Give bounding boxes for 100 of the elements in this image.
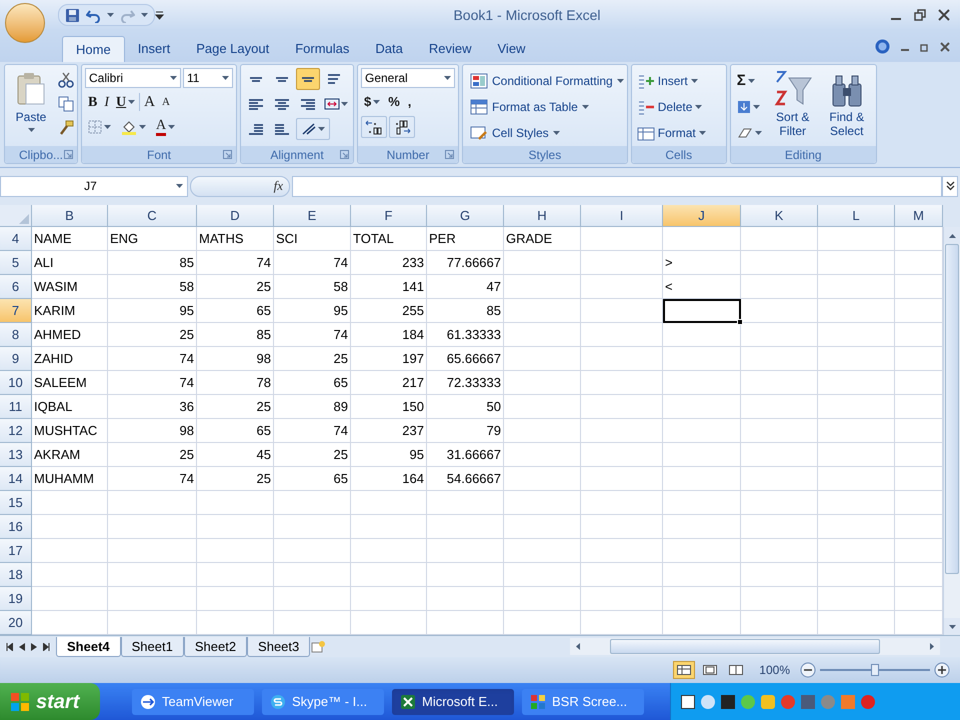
empty-cell[interactable] [741,227,818,251]
empty-cell[interactable] [427,539,504,563]
row-header[interactable]: 11 [0,395,32,419]
taskbar-item[interactable]: Skype™ - I... [262,688,384,714]
empty-cell[interactable] [351,563,427,587]
italic-button[interactable]: I [101,91,112,113]
empty-cell[interactable] [581,515,663,539]
empty-cell[interactable] [741,323,818,347]
empty-cell[interactable] [663,323,741,347]
empty-cell[interactable] [581,539,663,563]
empty-cell[interactable] [818,563,895,587]
empty-cell[interactable] [351,491,427,515]
empty-cell[interactable] [581,443,663,467]
row-header[interactable]: 6 [0,275,32,299]
column-header[interactable]: G [427,205,504,227]
styles-menu-button[interactable]: Cell Styles [470,122,624,144]
empty-cell[interactable] [581,275,663,299]
column-header[interactable]: F [351,205,427,227]
font-color-button[interactable]: A [153,116,178,138]
empty-cell[interactable] [663,419,741,443]
empty-cell[interactable] [818,323,895,347]
empty-cell[interactable] [741,395,818,419]
empty-cell[interactable] [504,443,581,467]
empty-cell[interactable] [504,539,581,563]
next-sheet-icon[interactable] [31,642,37,650]
empty-cell[interactable] [504,251,581,275]
bottom-align-button[interactable] [296,68,320,90]
empty-cell[interactable] [504,515,581,539]
empty-cell[interactable] [741,563,818,587]
row-header[interactable]: 7 [0,299,32,323]
empty-cell[interactable] [663,227,741,251]
left-arrow-icon[interactable] [576,643,580,650]
scissors-icon[interactable] [58,72,74,88]
dialog-launcher-icon[interactable] [340,150,349,159]
empty-cell[interactable] [818,347,895,371]
empty-cell[interactable] [504,467,581,491]
empty-cell[interactable] [581,491,663,515]
empty-cell[interactable] [274,587,351,611]
empty-cell[interactable] [108,515,197,539]
empty-cell[interactable] [581,587,663,611]
save-icon[interactable] [65,8,80,22]
right-arrow-icon[interactable] [930,643,934,650]
percent-button[interactable]: % [385,91,403,113]
row-header[interactable]: 4 [0,227,32,251]
column-header[interactable]: B [32,205,108,227]
empty-cell[interactable] [818,371,895,395]
copy-icon[interactable] [58,96,74,112]
empty-cell[interactable] [663,563,741,587]
empty-cell[interactable] [818,491,895,515]
comma-button[interactable]: , [404,91,414,113]
row-header[interactable]: 5 [0,251,32,275]
empty-cell[interactable] [818,419,895,443]
paste-button[interactable]: Paste [8,68,54,146]
row-header[interactable]: 18 [0,563,32,587]
empty-cell[interactable] [818,251,895,275]
dialog-launcher-icon[interactable] [64,150,73,159]
number-format-dropdown[interactable]: General [361,68,455,88]
taskbar-item[interactable]: Microsoft E... [392,688,514,714]
row-header[interactable]: 20 [0,611,32,635]
column-header[interactable]: D [197,205,274,227]
last-sheet-icon[interactable] [43,642,50,650]
empty-cell[interactable] [108,563,197,587]
cells-menu-button[interactable]: Format [636,122,706,144]
empty-cell[interactable] [818,227,895,251]
empty-cell[interactable] [274,563,351,587]
ribbon-tab[interactable]: Page Layout [183,36,282,62]
column-header[interactable]: M [895,205,943,227]
row-header[interactable]: 12 [0,419,32,443]
grow-font-button[interactable]: A [141,91,158,113]
row-header[interactable]: 8 [0,323,32,347]
empty-cell[interactable] [108,587,197,611]
font-name-dropdown[interactable]: Calibri [85,68,181,88]
currency-button[interactable]: $ [361,91,384,113]
active-cell[interactable] [663,299,741,323]
empty-cell[interactable] [741,371,818,395]
empty-cell[interactable] [351,587,427,611]
empty-cell[interactable] [741,275,818,299]
autosum-button[interactable]: Σ [734,70,765,92]
underline-button[interactable]: U [113,91,138,113]
empty-cell[interactable] [427,491,504,515]
empty-cell[interactable] [741,443,818,467]
first-sheet-icon[interactable] [6,642,13,650]
zoom-in-icon[interactable] [934,662,950,678]
restore-icon[interactable] [920,42,930,52]
empty-cell[interactable] [741,347,818,371]
empty-cell[interactable] [351,515,427,539]
column-header[interactable]: J [663,205,741,227]
empty-cell[interactable] [427,515,504,539]
styles-menu-button[interactable]: Conditional Formatting [470,70,624,92]
empty-cell[interactable] [197,491,274,515]
sheet-tab[interactable]: Sheet1 [120,636,184,656]
expand-formula-bar-button[interactable] [942,176,958,196]
zoom-slider[interactable] [820,662,930,678]
empty-cell[interactable] [504,419,581,443]
empty-cell[interactable] [504,323,581,347]
empty-cell[interactable] [663,467,741,491]
empty-cell[interactable] [741,419,818,443]
sort-filter-button[interactable]: Sort & Filter [768,68,818,146]
row-header[interactable]: 16 [0,515,32,539]
insert-sheet-icon[interactable] [310,640,326,654]
